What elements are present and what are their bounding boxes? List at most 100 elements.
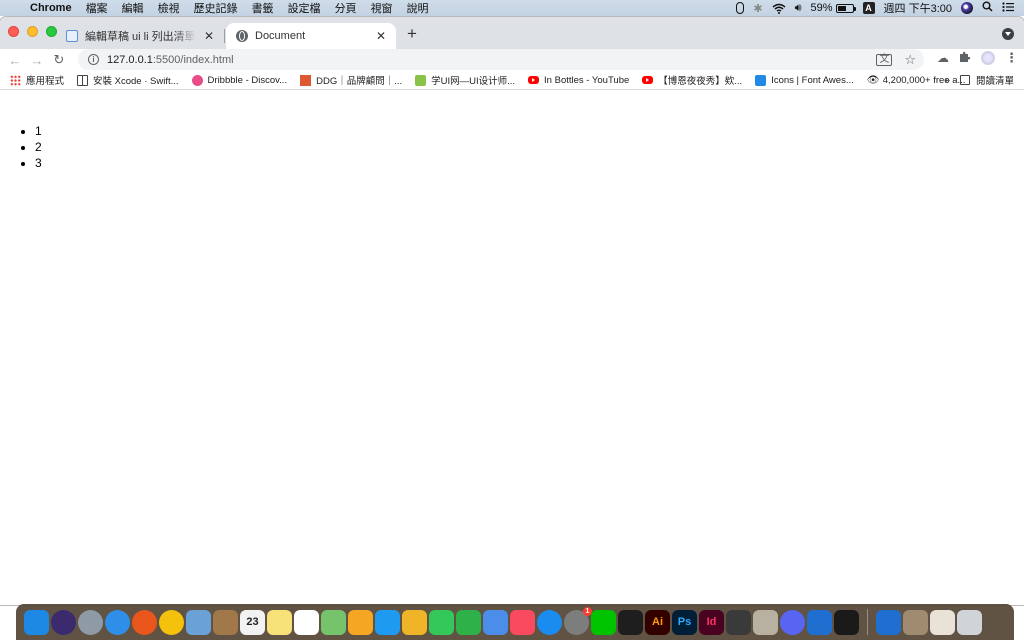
profile-avatar-icon[interactable]: [981, 51, 995, 65]
tab-document[interactable]: Document ✕: [226, 23, 396, 49]
discord-icon[interactable]: [780, 609, 805, 635]
firefox-icon[interactable]: [132, 609, 157, 635]
launchpad-icon[interactable]: [78, 609, 103, 635]
app-store-icon[interactable]: [537, 609, 562, 635]
menu-tab[interactable]: 分頁: [328, 0, 364, 16]
dock-separator: [867, 609, 868, 635]
maps-icon[interactable]: [321, 609, 346, 635]
bookmarks-overflow-button[interactable]: »: [944, 75, 950, 86]
extension-cloud-icon[interactable]: ☁: [937, 51, 949, 65]
reload-icon[interactable]: ↻: [48, 52, 70, 68]
battery-indicator[interactable]: 59%: [811, 2, 856, 14]
info-icon[interactable]: i: [88, 54, 99, 65]
vscode-icon[interactable]: [807, 609, 832, 635]
dock-app-label: Ps: [677, 616, 692, 628]
safari-icon[interactable]: [105, 609, 130, 635]
bookmark-star-icon[interactable]: ☆: [904, 52, 916, 68]
omnibox-actions: 文 ☆: [876, 52, 924, 68]
tab-search-icon[interactable]: [1002, 28, 1014, 40]
reminders-icon[interactable]: [294, 609, 319, 635]
reading-list-button[interactable]: 閱讀清單: [959, 73, 1014, 87]
menu-history[interactable]: 歷史記錄: [187, 0, 245, 16]
translate-icon[interactable]: 文: [876, 53, 893, 66]
photoshop-icon[interactable]: Ps: [672, 609, 697, 635]
bluetooth-icon[interactable]: ✱: [753, 1, 762, 15]
siri-icon[interactable]: [51, 609, 76, 635]
finder-icon[interactable]: [24, 609, 49, 635]
back-arrow-icon[interactable]: ←: [4, 53, 26, 68]
keynote-podium-icon[interactable]: [483, 609, 508, 635]
menu-file[interactable]: 檔案: [79, 0, 115, 16]
notes-icon[interactable]: [267, 609, 292, 635]
tab-editor-draft[interactable]: 編輯草稿 ui li 列出清單標籤-基礎 ✕: [56, 23, 224, 49]
mouse-icon[interactable]: [736, 1, 745, 15]
url-text[interactable]: 127.0.0.1:5500/index.html: [107, 54, 234, 66]
terminal-icon[interactable]: [834, 609, 859, 635]
disk-icon[interactable]: [903, 609, 928, 635]
input-method-icon[interactable]: A: [862, 2, 875, 14]
messages-cloud-icon[interactable]: [375, 609, 400, 635]
close-tab-icon[interactable]: ✕: [374, 29, 388, 43]
menu-view[interactable]: 檢視: [151, 0, 187, 16]
vscode-recent-icon[interactable]: [876, 609, 901, 635]
menu-clock[interactable]: 週四 下午3:00: [884, 0, 952, 16]
bookmark-item[interactable]: DDG｜品牌顧問｜...: [300, 73, 402, 87]
bookmark-item[interactable]: Dribbble - Discov...: [191, 74, 287, 86]
tab-strip: 編輯草稿 ui li 列出清單標籤-基礎 ✕ Document ✕ +: [0, 17, 1024, 49]
bookmark-item[interactable]: Icons | Font Awes...: [755, 74, 854, 86]
siri-icon[interactable]: [961, 2, 973, 14]
list-item: 2: [35, 139, 1024, 155]
figma-icon[interactable]: [618, 609, 643, 635]
bookmark-item[interactable]: 👁︎ 4,200,000+ free a...: [867, 75, 966, 86]
control-center-icon[interactable]: [1002, 1, 1014, 15]
menu-bookmarks[interactable]: 書籤: [245, 0, 281, 16]
bookmark-item[interactable]: 應用程式: [10, 73, 64, 87]
bookmark-item[interactable]: 安裝 Xcode · Swift...: [77, 73, 179, 87]
utility-icon[interactable]: [753, 609, 778, 635]
tab-title: Document: [255, 30, 306, 42]
menu-window[interactable]: 視窗: [364, 0, 400, 16]
keynote-icon[interactable]: [402, 609, 427, 635]
indesign-icon[interactable]: Id: [699, 609, 724, 635]
photos-icon[interactable]: [348, 609, 373, 635]
tab-divider: [224, 29, 225, 43]
system-preferences-icon[interactable]: 1: [564, 606, 592, 635]
wifi-icon[interactable]: [772, 1, 786, 15]
menu-edit[interactable]: 編輯: [115, 0, 151, 16]
music-icon[interactable]: [510, 609, 535, 635]
browser-toolbar: ← → ↻ i 127.0.0.1:5500/index.html 文 ☆ ☁ …: [0, 49, 1024, 71]
bookmark-item[interactable]: 【博恩夜夜秀】欸...: [642, 73, 742, 87]
menu-profiles[interactable]: 設定檔: [281, 0, 328, 16]
volume-icon[interactable]: 🔊︎: [795, 1, 802, 15]
close-tab-icon[interactable]: ✕: [202, 29, 216, 43]
facetime-icon[interactable]: [429, 609, 454, 635]
menu-app-name[interactable]: Chrome: [26, 2, 79, 14]
bookmark-item[interactable]: In Bottles - YouTube: [528, 75, 629, 86]
new-tab-button[interactable]: +: [404, 25, 420, 43]
more-menu-icon[interactable]: ⋮: [1005, 50, 1018, 66]
final-cut-icon[interactable]: [726, 609, 751, 635]
minimize-window-button[interactable]: [27, 26, 38, 37]
illustrator-icon[interactable]: Ai: [645, 609, 670, 635]
forward-arrow-icon[interactable]: →: [26, 53, 48, 68]
url-path: :5500/index.html: [152, 53, 234, 66]
notebook-icon[interactable]: [213, 609, 238, 635]
line-icon[interactable]: [591, 609, 616, 635]
numbers-icon[interactable]: [456, 609, 481, 635]
spotlight-search-icon[interactable]: [982, 1, 993, 15]
chrome-icon[interactable]: [159, 609, 184, 635]
battery-icon: [835, 3, 856, 13]
close-window-button[interactable]: [8, 26, 19, 37]
menu-help[interactable]: 說明: [400, 0, 436, 16]
bookmark-item[interactable]: 学UI网—UI设计师...: [415, 73, 515, 87]
browser-window: 編輯草稿 ui li 列出清單標籤-基礎 ✕ Document ✕ + ← → …: [0, 17, 1024, 605]
youtube-icon: [528, 76, 540, 84]
trash-icon[interactable]: [957, 609, 982, 635]
preview-icon[interactable]: [186, 609, 211, 635]
address-bar[interactable]: i 127.0.0.1:5500/index.html 文 ☆: [78, 49, 924, 70]
bullet-list: 1 2 3: [35, 123, 1024, 171]
puzzle-extensions-icon[interactable]: [959, 51, 971, 66]
calendar-icon[interactable]: 23: [240, 609, 265, 635]
document-icon[interactable]: [930, 609, 955, 635]
bookmark-label: 應用程式: [26, 76, 65, 87]
